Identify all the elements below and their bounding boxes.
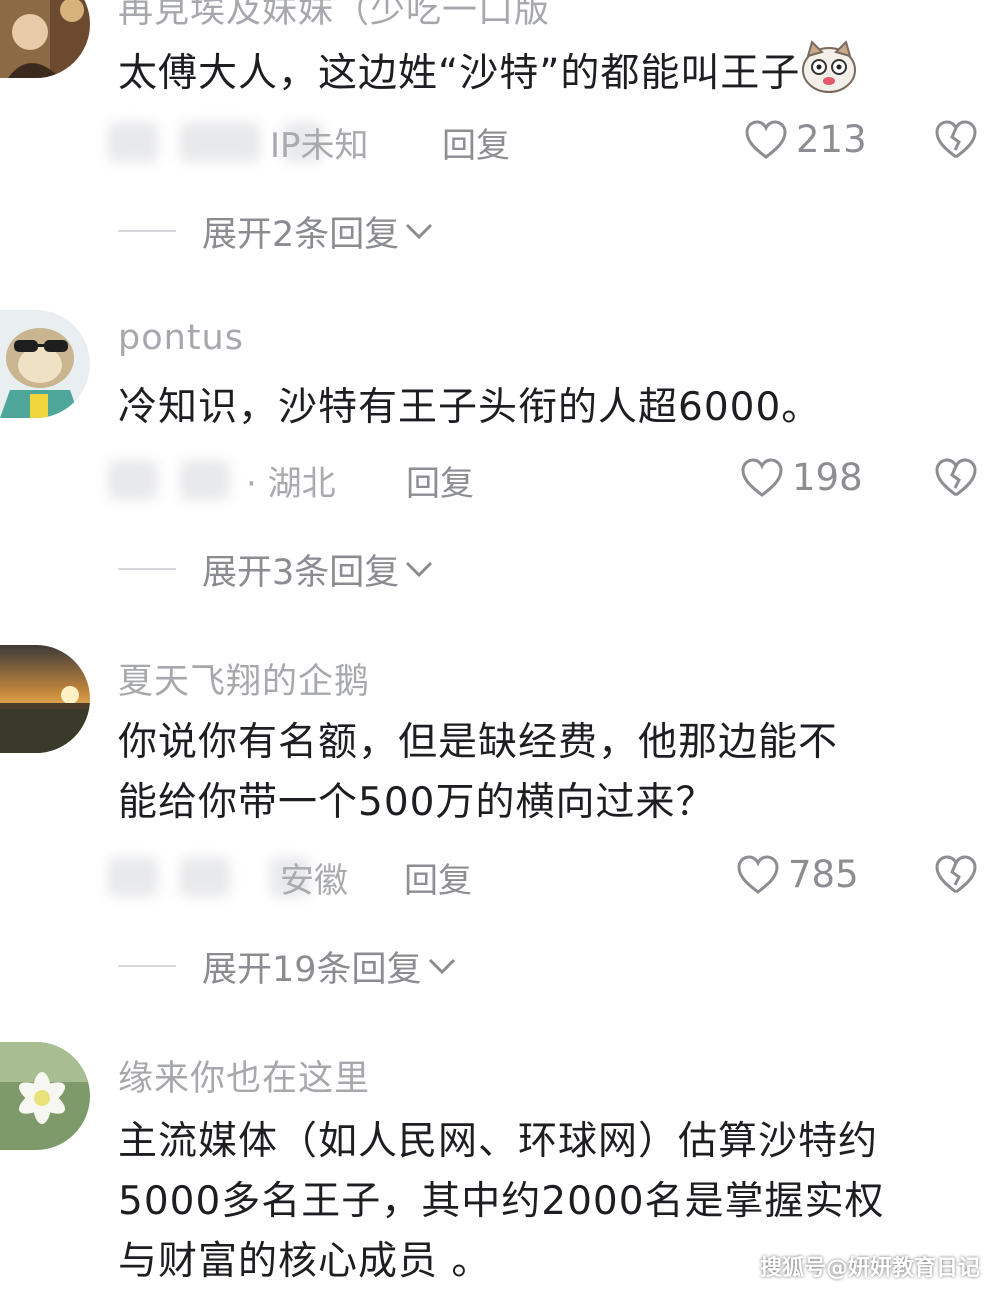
comment-meta: 安徽 回复 785 [108, 853, 988, 903]
divider-line [118, 230, 176, 232]
expand-replies-label: 展开2条回复 [202, 214, 400, 255]
avatar[interactable] [0, 1042, 90, 1150]
heart-outline-icon [737, 854, 779, 894]
expand-replies[interactable]: 展开3条回复 [118, 546, 435, 593]
cat-emoji-icon [802, 40, 857, 93]
like-count: 785 [788, 853, 859, 896]
comment-text-line: 你说你有名额，但是缺经费，他那边能不 [118, 720, 839, 765]
reply-button[interactable]: 回复 [406, 456, 474, 505]
comment-meta: IP未知 回复 213 [108, 118, 988, 168]
watermark: 搜狐号@妍妍教育日记 [759, 1256, 980, 1281]
chevron-down-icon [406, 223, 433, 240]
like-count: 198 [792, 456, 863, 499]
comment-text: 你说你有名额，但是缺经费，他那边能不 能给你带一个500万的横向过来？ [118, 713, 988, 833]
divider-line [118, 965, 176, 967]
blurred-date [180, 460, 230, 500]
comment-text: 太傅大人，这边姓“沙特”的都能叫王子 [118, 40, 988, 104]
avatar-image [0, 310, 90, 418]
blurred-date [180, 122, 260, 162]
ip-location: · 湖北 [246, 464, 336, 504]
expand-replies[interactable]: 展开2条回复 [118, 208, 435, 255]
expand-replies-label: 展开3条回复 [202, 552, 400, 593]
comment-text-line: 能给你带一个500万的横向过来？ [118, 780, 716, 825]
expand-replies-label: 展开19条回复 [202, 949, 422, 990]
avatar[interactable] [0, 310, 90, 418]
like-count: 213 [796, 118, 867, 161]
broken-heart-icon[interactable] [934, 855, 978, 895]
comment-meta: · 湖北 回复 198 [108, 456, 988, 506]
ip-location: IP未知 [270, 126, 369, 166]
expand-replies[interactable]: 展开19条回复 [118, 943, 458, 990]
comment-username[interactable]: pontus [118, 318, 244, 358]
like-button[interactable]: 198 [740, 456, 863, 499]
blurred-date [108, 460, 158, 500]
reply-button[interactable]: 回复 [404, 853, 472, 902]
comment-text-line: 主流媒体（如人民网、环球网）估算沙特约 [118, 1119, 879, 1164]
comment-username[interactable]: 再見埃及妹妹（少吃一口版 [118, 0, 550, 33]
broken-heart-icon[interactable] [934, 458, 978, 498]
like-button[interactable]: 213 [744, 118, 867, 161]
avatar-image [0, 1042, 90, 1150]
avatar-image [0, 0, 90, 78]
chevron-down-icon [428, 958, 455, 975]
comment-username[interactable]: 夏天飞翔的企鹅 [118, 653, 370, 704]
divider-line [118, 568, 176, 570]
ip-location: 安徽 [280, 861, 348, 901]
avatar[interactable] [0, 645, 90, 753]
chevron-down-icon [406, 561, 433, 578]
like-button[interactable]: 785 [736, 853, 859, 896]
heart-outline-icon [741, 457, 783, 497]
broken-heart-icon[interactable] [934, 120, 978, 160]
blurred-date [108, 122, 158, 162]
comment-text-content: 太傅大人，这边姓“沙特”的都能叫王子 [118, 51, 801, 96]
comment-text: 冷知识，沙特有王子头衔的人超6000。 [118, 385, 822, 430]
comment-text-line: 5000多名王子，其中约2000名是掌握实权 [118, 1179, 885, 1224]
avatar[interactable] [0, 0, 90, 78]
blurred-date [108, 857, 158, 897]
heart-outline-icon [745, 119, 787, 159]
reply-button[interactable]: 回复 [442, 118, 510, 167]
comment-username[interactable]: 缘来你也在这里 [118, 1050, 370, 1101]
blurred-date [180, 857, 230, 897]
avatar-image [0, 645, 90, 753]
